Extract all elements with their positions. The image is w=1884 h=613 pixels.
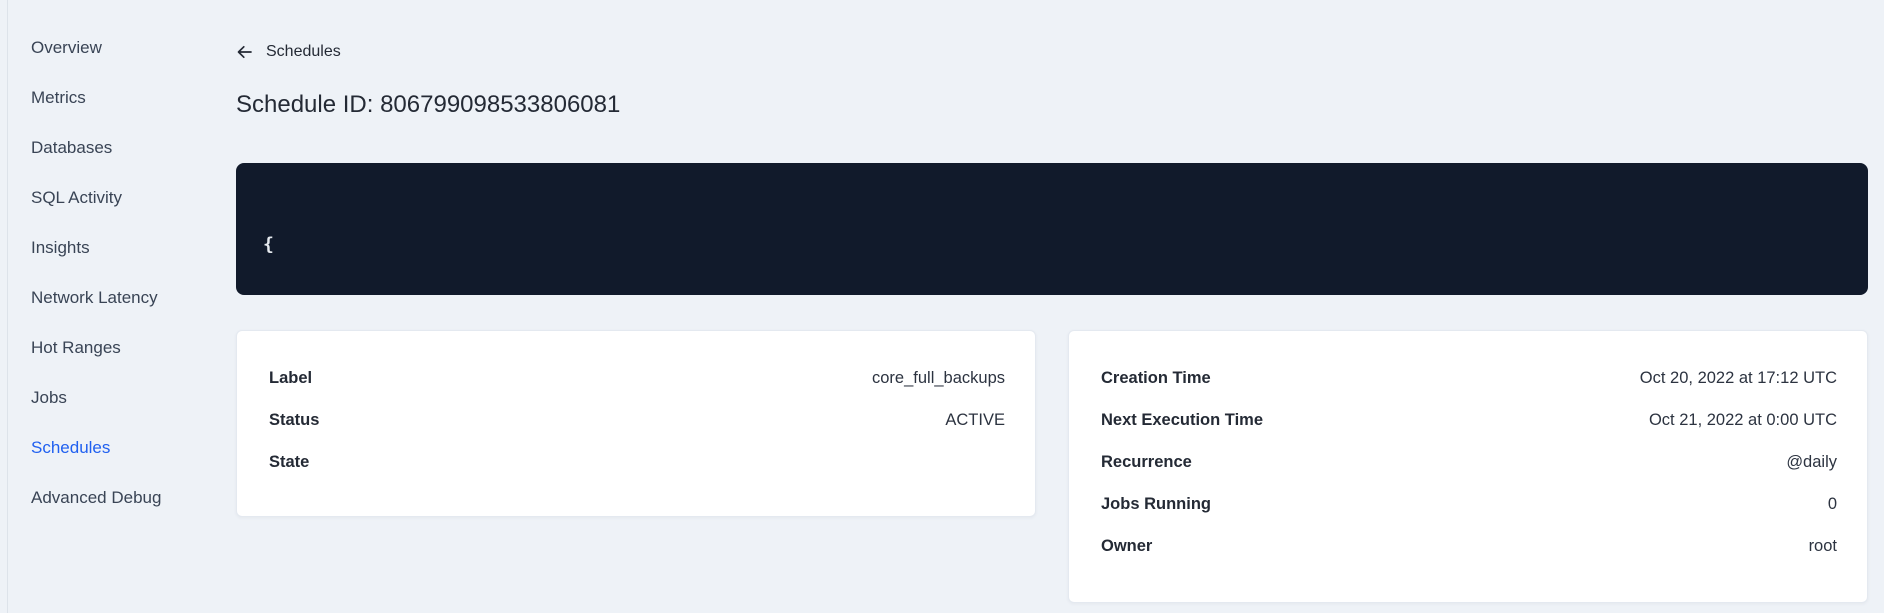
sidebar-item[interactable]: Metrics — [31, 87, 211, 109]
detail-row-value: @daily — [1786, 452, 1837, 471]
detail-row: Label core_full_backups — [269, 357, 1005, 399]
detail-row: Jobs Running 0 — [1101, 483, 1837, 525]
detail-row-label: Recurrence — [1101, 452, 1192, 471]
detail-row-label: State — [269, 452, 310, 471]
sidebar-item[interactable]: Schedules — [31, 437, 211, 459]
sidebar-item-label: Metrics — [31, 88, 86, 107]
page-left-divider — [7, 0, 8, 613]
sidebar-item[interactable]: Insights — [31, 237, 211, 259]
sidebar-item[interactable]: Hot Ranges — [31, 337, 211, 359]
detail-row: Owner root — [1101, 525, 1837, 567]
sidebar-item-label: Insights — [31, 238, 90, 257]
sidebar-item[interactable]: SQL Activity — [31, 187, 211, 209]
detail-row-value: Oct 21, 2022 at 0:00 UTC — [1648, 410, 1837, 429]
detail-row-label: Label — [269, 368, 313, 387]
sidebar-item-label: SQL Activity — [31, 188, 123, 207]
detail-row: State — [269, 441, 1005, 483]
sidebar-item-label: Advanced Debug — [31, 488, 162, 507]
detail-row-value: Oct 20, 2022 at 17:12 UTC — [1639, 368, 1837, 387]
schedule-timing-card: Creation Time Oct 20, 2022 at 17:12 UTC … — [1068, 330, 1868, 603]
detail-row: Recurrence @daily — [1101, 441, 1837, 483]
sidebar-item-label: Schedules — [31, 438, 111, 457]
detail-row-value: core_full_backups — [872, 368, 1005, 387]
sidebar-item-label: Overview — [31, 38, 102, 57]
sidebar-item-label: Network Latency — [31, 288, 158, 307]
schedule-summary-card: Label core_full_backups Status ACTIVE St… — [236, 330, 1036, 517]
detail-row-label: Creation Time — [1101, 368, 1211, 387]
detail-row-label: Status — [269, 410, 320, 429]
schedule-statement-code-block: { "backup_statement": "BACKUP INTO 's3:/… — [236, 163, 1868, 295]
detail-row-value: ACTIVE — [945, 410, 1005, 429]
sidebar-item-label: Jobs — [31, 388, 67, 407]
detail-row-label: Jobs Running — [1101, 494, 1211, 513]
page-title: Schedule ID: 806799098533806081 — [236, 91, 621, 118]
sidebar-item[interactable]: Network Latency — [31, 287, 211, 309]
detail-row-value: root — [1808, 536, 1837, 555]
back-link-label: Schedules — [266, 43, 341, 60]
code-line: { — [263, 234, 274, 255]
detail-row-label: Owner — [1101, 536, 1153, 555]
detail-cards: Label core_full_backups Status ACTIVE St… — [236, 330, 1868, 603]
detail-row: Next Execution Time Oct 21, 2022 at 0:00… — [1101, 399, 1837, 441]
sidebar-item[interactable]: Advanced Debug — [31, 487, 211, 509]
sidebar-item[interactable]: Databases — [31, 137, 211, 159]
detail-row: Status ACTIVE — [269, 399, 1005, 441]
sidebar-item-label: Databases — [31, 138, 113, 157]
detail-row-value: 0 — [1827, 494, 1837, 513]
sidebar-nav: Overview Metrics Databases SQL Activity … — [31, 37, 211, 537]
detail-row-label: Next Execution Time — [1101, 410, 1263, 429]
detail-row: Creation Time Oct 20, 2022 at 17:12 UTC — [1101, 357, 1837, 399]
sidebar-item[interactable]: Overview — [31, 37, 211, 59]
arrow-left-icon — [236, 44, 253, 60]
sidebar-item[interactable]: Jobs — [31, 387, 211, 409]
back-to-schedules-link[interactable]: Schedules — [236, 43, 341, 61]
sidebar-item-label: Hot Ranges — [31, 338, 121, 357]
